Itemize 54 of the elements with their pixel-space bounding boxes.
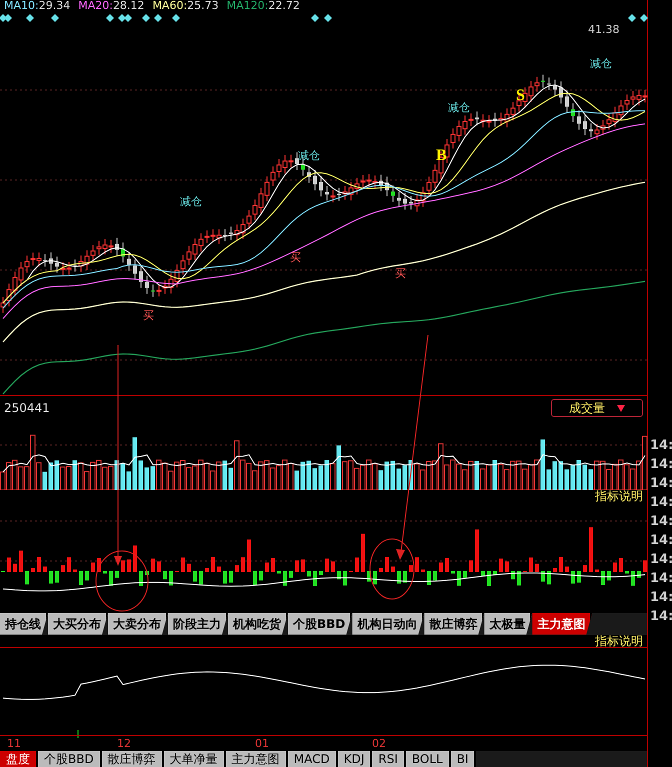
signal-label: 买 [395, 268, 406, 279]
indicator-dropdown[interactable]: 成交量 [551, 399, 643, 417]
indicator-tab[interactable]: 个股BBD [288, 612, 352, 635]
moving-average-legend: MA60:25.73 [152, 0, 219, 12]
time-axis-label: 14: [649, 438, 672, 453]
caret-icon [617, 404, 625, 412]
signal-label: 买 [143, 310, 154, 321]
indicator-tab[interactable]: BOLL [406, 751, 451, 767]
signal-label: 买 [290, 252, 301, 263]
indicator-tab[interactable]: 大单净量 [164, 751, 226, 767]
indicator-tab[interactable]: 个股BBD [38, 751, 102, 767]
time-axis-label: 14: [649, 609, 672, 624]
help-link[interactable]: 指标说明 [595, 490, 643, 502]
indicator-tab[interactable]: 盘度 [0, 751, 38, 767]
time-axis-label: 14: [649, 457, 672, 472]
time-axis-label: 14: [649, 514, 672, 529]
signal-label: S [516, 88, 525, 104]
signal-label: 减仓 [180, 196, 202, 207]
indicator-tab[interactable]: 大买分布 [48, 612, 108, 635]
time-axis-label: 14: [649, 495, 672, 510]
help-link[interactable]: 指标说明 [595, 634, 643, 647]
indicator-tab[interactable]: 持仓线 [0, 612, 48, 635]
annotation-circle [96, 550, 148, 612]
time-axis-label: 14: [649, 533, 672, 548]
indicator-tab[interactable]: 阶段主力 [168, 612, 228, 635]
x-axis-label: 02 [372, 736, 386, 752]
indicator-tab[interactable]: MACD [288, 751, 338, 767]
signal-label: 减仓 [590, 58, 612, 69]
time-axis-label: 14: [649, 476, 672, 491]
indicator-tab[interactable]: KDJ [338, 751, 372, 767]
moving-average-legend: MA120:22.72 [226, 0, 300, 12]
indicator-tab[interactable]: 机构日动向 [352, 612, 424, 635]
indicator-tab[interactable]: RSI [372, 751, 406, 767]
indicator-tab[interactable]: BI [450, 751, 476, 767]
moving-average-legend: MA10:29.34 [4, 0, 70, 12]
price-label: 41.38 [588, 22, 620, 38]
signal-label: 减仓 [298, 150, 320, 161]
time-axis-label: 14: [649, 590, 672, 605]
moving-average-legend: MA20:28.12 [78, 0, 144, 12]
time-axis-label: 14: [649, 552, 672, 567]
indicator-tab[interactable]: 机构吃货 [228, 612, 288, 635]
indicator-tab[interactable]: 主力意图 [226, 751, 288, 767]
signal-label: 减仓 [448, 102, 470, 113]
indicator-tab[interactable]: 散庄博弈 [102, 751, 164, 767]
x-axis-label: 12 [117, 736, 131, 752]
x-axis-label: 01 [255, 736, 269, 752]
indicator-tab[interactable]: 大卖分布 [108, 612, 168, 635]
time-axis-label: 14: [649, 571, 672, 586]
volume-value: 250441 [4, 400, 50, 417]
indicator-tab[interactable]: 太极量 [484, 612, 532, 635]
annotation-circle [370, 538, 414, 600]
indicator-tab[interactable]: 散庄博弈 [424, 612, 484, 635]
indicator-tab[interactable]: 主力意图 [532, 612, 592, 635]
x-axis-label: 11 [7, 736, 21, 752]
